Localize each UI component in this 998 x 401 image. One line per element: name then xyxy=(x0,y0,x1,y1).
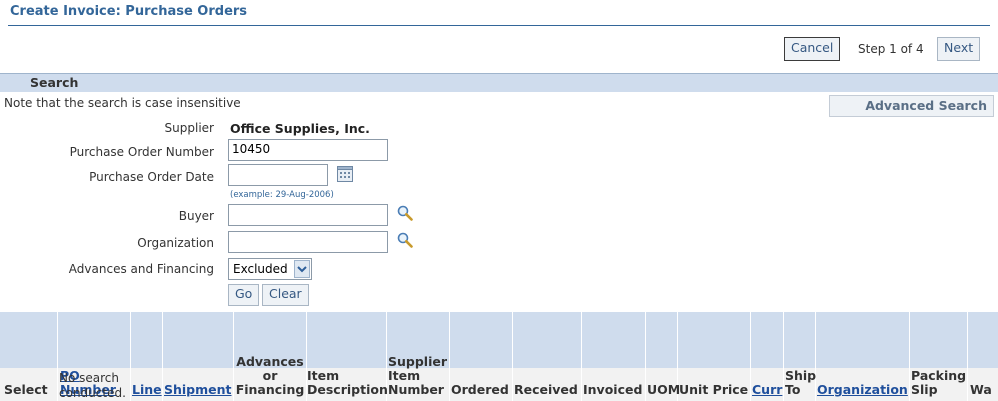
col-wa: Wa xyxy=(970,382,992,397)
advances-label: Advances and Financing xyxy=(68,262,214,276)
po-date-input[interactable] xyxy=(228,164,328,186)
advances-select[interactable]: Excluded xyxy=(228,258,312,280)
col-select: Select xyxy=(4,382,48,397)
col-shipment[interactable]: Shipment xyxy=(164,383,232,397)
next-button[interactable]: Next xyxy=(937,37,981,61)
buyer-search-icon[interactable] xyxy=(397,205,413,224)
cancel-button[interactable]: Cancel xyxy=(784,37,841,61)
advanced-search-button[interactable]: Advanced Search xyxy=(829,95,994,117)
col-ship-to: Ship To xyxy=(785,368,817,397)
column-divider xyxy=(512,312,513,401)
column-divider xyxy=(909,312,910,401)
col-line[interactable]: Line xyxy=(132,383,162,397)
column-divider xyxy=(162,312,163,401)
col-uom: UOM xyxy=(647,382,681,397)
case-insensitive-note: Note that the search is case insensitive xyxy=(4,96,241,110)
page-title: Create Invoice: Purchase Orders xyxy=(10,4,248,19)
calendar-icon[interactable] xyxy=(337,166,353,185)
supplier-label: Supplier xyxy=(164,121,214,135)
po-date-label: Purchase Order Date xyxy=(89,170,214,184)
column-divider xyxy=(57,312,58,401)
col-received: Received xyxy=(514,382,578,397)
col-organization[interactable]: Organization xyxy=(817,383,908,397)
column-divider xyxy=(967,312,968,401)
advances-selected-value: Excluded xyxy=(233,262,288,276)
supplier-value: Office Supplies, Inc. xyxy=(230,121,370,136)
col-item-description: Item Description xyxy=(307,368,388,397)
date-format-hint: (example: 29-Aug-2006) xyxy=(230,190,334,200)
column-divider xyxy=(581,312,582,401)
buyer-label: Buyer xyxy=(178,209,214,223)
po-number-input[interactable]: 10450 xyxy=(228,139,388,161)
col-packing-slip: Packing Slip xyxy=(911,368,967,397)
organization-label: Organization xyxy=(137,236,214,250)
go-button[interactable]: Go xyxy=(228,284,260,306)
col-ordered: Ordered xyxy=(451,382,509,397)
col-curr[interactable]: Curr xyxy=(752,383,782,397)
column-divider xyxy=(750,312,751,401)
title-divider xyxy=(8,25,990,26)
po-number-label: Purchase Order Number xyxy=(69,145,214,159)
column-divider xyxy=(645,312,646,401)
col-supplier-item-number: Supplier Item Number xyxy=(388,354,448,397)
col-unit-price: Unit Price xyxy=(679,382,749,397)
col-invoiced: Invoiced xyxy=(583,382,643,397)
search-section-header: Search xyxy=(0,73,998,92)
results-table-header xyxy=(0,312,998,368)
col-advances-financing: Advances or Financing xyxy=(235,354,305,397)
chevron-down-icon[interactable] xyxy=(294,260,310,278)
organization-search-icon[interactable] xyxy=(397,232,413,251)
step-indicator: Step 1 of 4 xyxy=(858,42,924,56)
buyer-input[interactable] xyxy=(228,204,388,226)
organization-input[interactable] xyxy=(228,231,388,253)
search-header-label: Search xyxy=(30,75,79,90)
empty-results-message: No search conducted. xyxy=(59,371,126,400)
column-divider xyxy=(815,312,816,401)
clear-button[interactable]: Clear xyxy=(262,284,309,306)
column-divider xyxy=(783,312,784,401)
